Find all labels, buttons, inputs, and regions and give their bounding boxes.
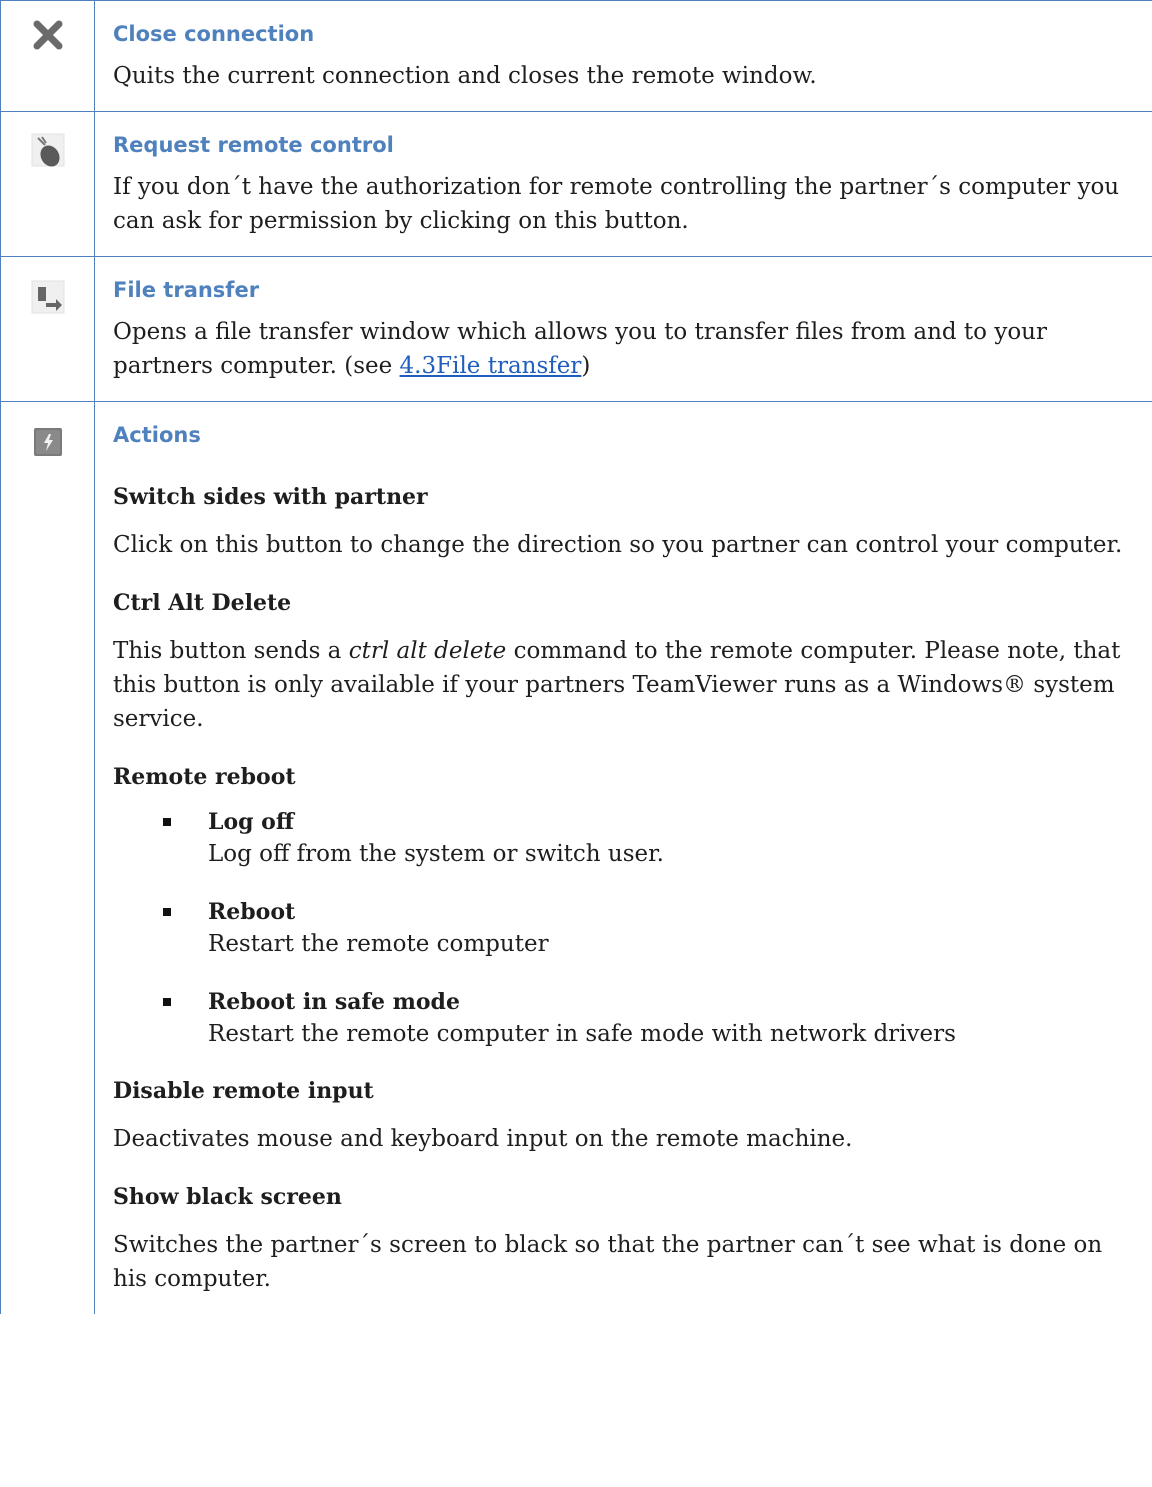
section-text: Quits the current connection and closes … [113,63,817,89]
content-cell: File transfer Opens a file transfer wind… [94,256,1152,402]
content-cell: Actions Switch sides with partner Click … [94,401,1152,1314]
text-fragment: This button sends a [113,638,349,664]
bullet-icon [163,908,171,916]
section-text: Opens a file transfer window which allow… [113,315,1135,383]
subsection-heading: Show black screen [113,1184,342,1210]
subsection-text: Deactivates mouse and keyboard input on … [113,1126,853,1152]
option-title: Reboot in safe mode [208,989,460,1015]
bullet-icon [163,998,171,1006]
option-title: Log off [208,809,294,835]
section-text: If you don´t have the authorization for … [113,174,1120,234]
mouse-request-icon [31,133,65,167]
content-cell: Request remote control If you don´t have… [94,111,1152,257]
reboot-options-list: Log off Log off from the system or switc… [113,806,1135,1050]
subsection-heading: Ctrl Alt Delete [113,590,292,616]
subsection-text: Switches the partner´s screen to black s… [113,1232,1103,1292]
close-x-icon [33,20,63,50]
actions-icon [34,428,62,456]
table-row: Actions Switch sides with partner Click … [0,401,1152,1314]
icon-cell [0,111,95,257]
text-fragment: ) [581,353,591,379]
icon-cell [0,401,95,1314]
section-heading: Close connection [113,22,315,46]
table-row: File transfer Opens a file transfer wind… [0,256,1152,402]
italic-command: ctrl alt delete [348,638,507,664]
list-item: Reboot Restart the remote computer [163,896,1135,960]
subsection-heading: Switch sides with partner [113,484,428,510]
subsection-heading: Remote reboot [113,764,296,790]
option-text: Restart the remote computer [208,931,549,957]
cross-reference-link[interactable]: 4.3File transfer [400,353,582,379]
option-title: Reboot [208,899,296,925]
file-transfer-icon [31,280,65,314]
table-row: Close connection Quits the current conne… [0,0,1152,112]
document-page: Close connection Quits the current conne… [0,0,1152,1487]
section-heading: Request remote control [113,133,394,157]
table-row: Request remote control If you don´t have… [0,111,1152,257]
bullet-icon [163,818,171,826]
subsection-text: Click on this button to change the direc… [113,532,1123,558]
option-text: Log off from the system or switch user. [208,841,664,867]
section-heading: File transfer [113,278,260,302]
toolbar-reference-table: Close connection Quits the current conne… [0,0,1152,1314]
option-text: Restart the remote computer in safe mode… [208,1021,956,1047]
list-item: Log off Log off from the system or switc… [163,806,1135,870]
subsection-text: This button sends a ctrl alt delete comm… [113,634,1135,736]
section-heading: Actions [113,423,201,447]
icon-cell [0,256,95,402]
subsection-heading: Disable remote input [113,1078,374,1104]
list-item: Reboot in safe mode Restart the remote c… [163,986,1135,1050]
content-cell: Close connection Quits the current conne… [94,0,1152,112]
icon-cell [0,0,95,112]
